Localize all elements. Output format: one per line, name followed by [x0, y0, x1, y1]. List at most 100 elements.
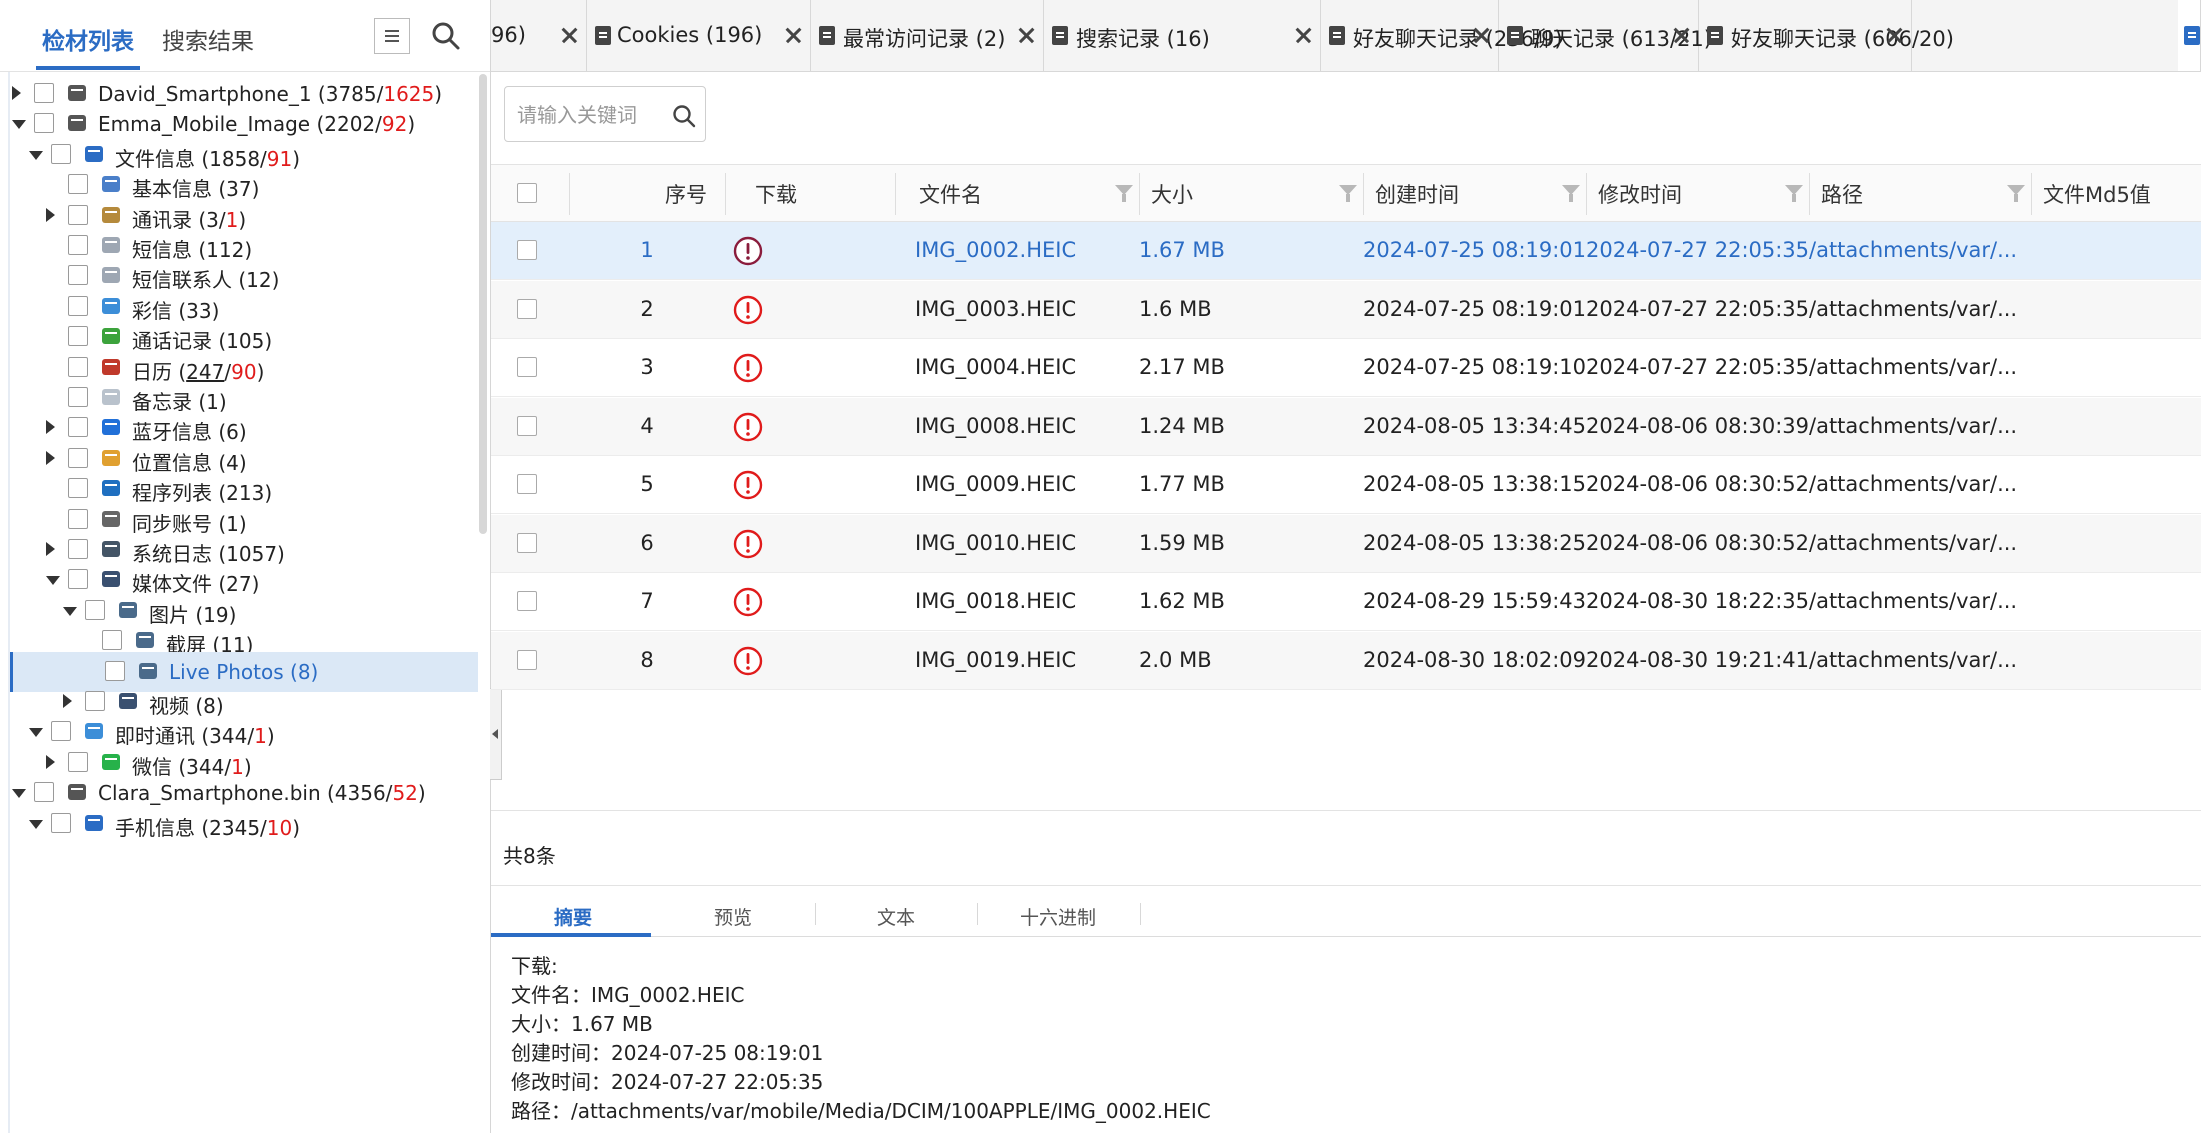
download-error-icon[interactable]: [732, 235, 764, 267]
row-checkbox[interactable]: [517, 649, 537, 670]
filter-icon[interactable]: [1339, 185, 1357, 202]
tree-node[interactable]: 手机信息 (2345/10): [10, 804, 478, 844]
expand-arrow-icon[interactable]: [46, 207, 55, 222]
collapse-arrow-icon[interactable]: [29, 819, 43, 829]
tree-checkbox[interactable]: [68, 539, 88, 559]
row-checkbox[interactable]: [517, 591, 537, 611]
collapse-arrow-icon[interactable]: [29, 150, 43, 160]
search-icon[interactable]: [428, 18, 464, 54]
tree-checkbox[interactable]: [68, 569, 88, 590]
download-error-icon[interactable]: [732, 528, 764, 560]
column-header[interactable]: 大小: [1139, 165, 1363, 223]
collapse-arrow-icon[interactable]: [29, 728, 43, 738]
tree-checkbox[interactable]: [68, 447, 88, 468]
close-icon[interactable]: [1666, 20, 1696, 50]
search-icon[interactable]: [671, 103, 697, 129]
column-separator[interactable]: [1586, 173, 1587, 215]
select-all-checkbox[interactable]: [517, 183, 537, 203]
column-header[interactable]: 修改时间: [1586, 165, 1809, 223]
tree-checkbox[interactable]: [68, 265, 88, 286]
menu-icon[interactable]: [374, 18, 410, 54]
download-error-icon[interactable]: [732, 352, 764, 384]
download-error-icon[interactable]: [732, 586, 764, 618]
tree-checkbox[interactable]: [68, 204, 88, 225]
table-row[interactable]: 4 IMG_0008.HEIC 1.24 MB 2024-08-05 13:34:45…: [491, 397, 2201, 456]
table-row[interactable]: 1 IMG_0002.HEIC 1.67 MB 2024-07-25 08:19:01…: [491, 222, 2201, 280]
document-tab[interactable]: 最常访问记录 (2): [811, 0, 1044, 71]
column-header[interactable]: 路径: [1809, 165, 2031, 223]
table-row[interactable]: 3 IMG_0004.HEIC 2.17 MB 2024-07-25 08:19:10…: [491, 339, 2201, 397]
filter-icon[interactable]: [1562, 185, 1580, 202]
document-tab[interactable]: Cookies (196): [587, 0, 811, 71]
document-tab[interactable]: 搜索记录 (16): [1044, 0, 1321, 71]
column-header[interactable]: 文件名: [895, 165, 1139, 223]
tree-checkbox[interactable]: [102, 630, 122, 651]
tree-checkbox[interactable]: [51, 143, 71, 164]
collapse-arrow-icon[interactable]: [12, 120, 26, 130]
tree-checkbox[interactable]: [51, 721, 71, 742]
tree-checkbox[interactable]: [34, 83, 54, 103]
tree-checkbox[interactable]: [68, 417, 88, 438]
column-separator[interactable]: [2031, 173, 2032, 215]
expand-arrow-icon[interactable]: [46, 420, 55, 435]
close-icon[interactable]: [554, 20, 584, 50]
filter-icon[interactable]: [2007, 185, 2025, 202]
download-error-icon[interactable]: [732, 294, 764, 326]
close-icon[interactable]: [778, 20, 808, 50]
tree-checkbox[interactable]: [68, 387, 88, 407]
expand-arrow-icon[interactable]: [63, 694, 72, 708]
filter-icon[interactable]: [1785, 185, 1803, 202]
expand-arrow-icon[interactable]: [46, 450, 55, 465]
tree-checkbox[interactable]: [68, 478, 88, 499]
column-header[interactable]: 文件Md5值: [2031, 165, 2201, 223]
tree-checkbox[interactable]: [68, 326, 88, 347]
expand-arrow-icon[interactable]: [46, 542, 55, 556]
close-icon[interactable]: [1466, 20, 1496, 50]
row-checkbox[interactable]: [517, 357, 537, 377]
close-icon[interactable]: [1011, 20, 1041, 50]
tree-checkbox[interactable]: [68, 356, 88, 377]
detail-tab[interactable]: 预览: [714, 903, 752, 930]
document-tab[interactable]: 好友聊天记录 (606/20): [1699, 0, 1954, 71]
detail-tab[interactable]: 文本: [877, 903, 915, 930]
keyword-search-input[interactable]: [517, 101, 657, 129]
row-checkbox[interactable]: [517, 415, 537, 436]
tree-scrollbar[interactable]: [479, 74, 487, 534]
download-error-icon[interactable]: [732, 411, 764, 443]
collapse-arrow-icon[interactable]: [12, 789, 26, 799]
table-row[interactable]: 8 IMG_0019.HEIC 2.0 MB 2024-08-30 18:02:09 2…: [491, 631, 2201, 690]
tree-checkbox[interactable]: [68, 235, 88, 255]
column-separator[interactable]: [725, 173, 726, 215]
tree-checkbox[interactable]: [85, 599, 105, 620]
collapse-arrow-icon[interactable]: [63, 606, 77, 616]
table-row[interactable]: 5 IMG_0009.HEIC 1.77 MB 2024-08-05 13:38:15…: [491, 456, 2201, 514]
tree-checkbox[interactable]: [68, 295, 88, 316]
column-header[interactable]: 序号: [569, 165, 725, 223]
table-row[interactable]: 2 IMG_0003.HEIC 1.6 MB 2024-07-25 08:19:01 2…: [491, 280, 2201, 339]
detail-tab[interactable]: 摘要: [554, 903, 592, 930]
column-separator[interactable]: [1139, 173, 1140, 215]
tree-checkbox[interactable]: [68, 174, 88, 195]
filter-icon[interactable]: [1115, 185, 1133, 202]
column-header[interactable]: 创建时间: [1363, 165, 1586, 223]
table-row[interactable]: 6 IMG_0010.HEIC 1.59 MB 2024-08-05 13:38:25…: [491, 514, 2201, 573]
expand-arrow-icon[interactable]: [12, 86, 21, 100]
tree-checkbox[interactable]: [68, 751, 88, 772]
close-icon[interactable]: [1288, 20, 1318, 50]
tree-checkbox[interactable]: [105, 660, 125, 681]
close-icon[interactable]: [1879, 20, 1909, 50]
document-tab[interactable]: 好友聊天记录 (256/9): [1321, 0, 1563, 71]
row-checkbox[interactable]: [517, 532, 537, 553]
column-separator[interactable]: [1809, 173, 1810, 215]
column-header[interactable]: 下载: [725, 165, 889, 223]
collapse-arrow-icon[interactable]: [46, 576, 60, 586]
tree-checkbox[interactable]: [85, 691, 105, 711]
table-row[interactable]: 7 IMG_0018.HEIC 1.62 MB 2024-08-29 15:59:43…: [491, 573, 2201, 631]
tab-search-results[interactable]: 搜索结果: [162, 22, 254, 56]
row-checkbox[interactable]: [517, 298, 537, 319]
download-error-icon[interactable]: [732, 645, 764, 677]
column-separator[interactable]: [895, 173, 896, 215]
tree-checkbox[interactable]: [51, 812, 71, 833]
expand-arrow-icon[interactable]: [46, 754, 55, 769]
tree-checkbox[interactable]: [34, 782, 54, 803]
